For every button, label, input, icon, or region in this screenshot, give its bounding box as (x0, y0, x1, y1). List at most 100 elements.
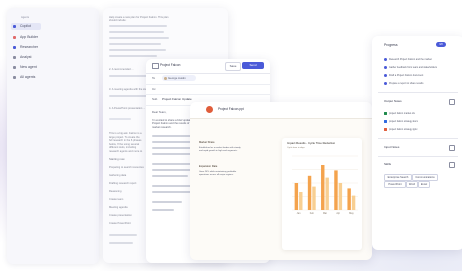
progress-step: Research Project Falcon and the market (389, 58, 432, 61)
chart-card: Impact Results - Cycle Time Reduction Cy… (282, 138, 362, 250)
chart-bar (307, 175, 312, 210)
chart-bar (347, 188, 351, 210)
check-icon (384, 58, 387, 61)
prompt-bullet-4: 4. A PowerPoint presentation ... (109, 107, 146, 110)
attachment-bar[interactable]: Project Falcon.ppt (190, 102, 372, 119)
avatar (163, 76, 167, 80)
input-title: Input Notes (384, 145, 400, 149)
add-icon[interactable] (449, 99, 455, 105)
add-icon[interactable] (449, 145, 455, 151)
prompt-bullet-2: 2. A recommended ... (109, 68, 134, 71)
step-item: Create presentation (109, 214, 132, 217)
powerpoint-icon (206, 106, 213, 113)
output-file[interactable]: project falcon strategy.pptx (389, 128, 417, 131)
recipient-name: George Austin (168, 75, 186, 80)
save-button[interactable]: Save (225, 62, 241, 71)
step-item: Meeting agenda (109, 206, 128, 209)
output-file[interactable]: project falcon market.xls (389, 112, 415, 115)
compose-header: Project Falcon Save Send (146, 59, 270, 74)
word-file-icon (384, 120, 387, 123)
powerpoint-file-icon (384, 128, 387, 131)
slide-preview: Project Falcon.ppt Market Share Establis… (190, 102, 372, 260)
chart-title: Impact Results - Cycle Time Reduction (287, 141, 336, 145)
chart-tick-label: Jan (297, 212, 302, 215)
subject-label: Sub (152, 97, 158, 101)
check-icon (384, 74, 387, 77)
slide-left-title-2: Expansion Rate (199, 165, 218, 168)
progress-step: Gather feedback from team and stakeholde… (389, 66, 437, 69)
step-item: Create PowerPoint (109, 222, 131, 225)
sidebar-item-app-builder[interactable]: App Builder (11, 34, 41, 41)
recipient-chip[interactable]: George Austin (162, 75, 196, 81)
steps-title: Starting now (109, 157, 125, 161)
prompt-intro: Help create a new plan for Project Falco… (109, 16, 169, 23)
progress-badge: 6/8 (436, 42, 446, 47)
chart-bar (351, 195, 356, 210)
sidebar-item-analyst[interactable]: Analyst (11, 54, 41, 61)
app-builder-icon (13, 36, 16, 39)
step-item: Drafting research report (109, 182, 137, 185)
all-agents-icon (13, 76, 16, 79)
progress-step: Draft a Project Falcon document (389, 74, 424, 77)
sidebar-item-copilot[interactable]: Copilot (11, 23, 41, 30)
output-title: Output Notes (384, 99, 402, 103)
sidebar-item-label: App Builder (20, 35, 39, 39)
step-item: Create team (109, 198, 124, 201)
sidebar: Agents Copilot App Builder Researcher An… (7, 8, 99, 264)
progress-title: Progress (384, 43, 398, 47)
mail-icon (152, 63, 159, 69)
slide-left-title: Market Share (199, 141, 215, 144)
slide-left-text-2: Grew 24% while maintaining profitable op… (199, 171, 237, 176)
attachment-name: Project Falcon.ppt (218, 107, 244, 111)
copilot-icon (13, 25, 16, 28)
chart-tick-label: Feb (310, 212, 315, 215)
assistant-response: This is a big ask. Falcon is a large pro… (109, 132, 143, 154)
sidebar-item-label: Researcher (20, 45, 39, 49)
email-greeting: Dear Team, (152, 110, 167, 114)
step-item: Gathering data (109, 174, 127, 177)
step-item: Reasoning (109, 190, 122, 193)
add-icon[interactable] (449, 162, 455, 168)
sidebar-item-label: New agent (20, 65, 37, 69)
check-icon (384, 66, 387, 69)
sidebar-item-label: Analyst (20, 55, 32, 59)
excel-file-icon (384, 112, 387, 115)
check-icon (384, 82, 387, 85)
progress-step: Prepare a report to share results (389, 82, 424, 85)
chart-bar (312, 186, 316, 210)
slide-left-text: Established as a market leader with stea… (199, 147, 241, 152)
output-file[interactable]: project falcon strategy.docx (389, 120, 418, 123)
chart-subtitle: Cycle time in days (287, 147, 305, 149)
skill-chip[interactable]: Word (406, 181, 418, 188)
step-item: Preparing to search resources (109, 166, 144, 169)
skills-title: Skills (384, 162, 392, 166)
chart-bar (325, 177, 329, 210)
send-button[interactable]: Send (242, 62, 264, 69)
app-stage: Agents Copilot App Builder Researcher An… (0, 0, 462, 271)
subject-value: Project Falcon Update (162, 97, 192, 101)
chart-tick-label: May (349, 212, 354, 215)
analyst-icon (13, 56, 16, 59)
to-label: To (152, 76, 156, 80)
chart-bar (338, 183, 343, 210)
sidebar-item-researcher[interactable]: Researcher (11, 44, 41, 51)
skill-chip[interactable]: Communications (412, 174, 438, 181)
sidebar-item-new-agent[interactable]: New agent (11, 64, 41, 71)
compose-title: Project Falcon (160, 63, 181, 67)
chart-bar (321, 165, 325, 210)
sidebar-item-label: Copilot (20, 24, 31, 28)
skill-chip[interactable]: Enterprise Search (384, 174, 412, 181)
sidebar-section-label: Agents (21, 16, 30, 19)
skill-chip[interactable]: PowerPoint (384, 181, 406, 188)
bar-chart: Jan Feb Mar Apr May (292, 155, 358, 215)
chart-bar (299, 192, 303, 210)
chart-bar (294, 183, 299, 210)
sidebar-item-label: All agents (20, 75, 36, 79)
cc-label: Cc (152, 87, 156, 91)
chart-bar (334, 170, 338, 210)
chart-tick-label: Apr (336, 212, 340, 215)
sidebar-item-all-agents[interactable]: All agents (11, 74, 41, 81)
slide-left-column: Market Share Established as a market lea… (199, 139, 249, 239)
new-agent-icon (13, 66, 16, 69)
skill-chip[interactable]: Excel (418, 181, 430, 188)
